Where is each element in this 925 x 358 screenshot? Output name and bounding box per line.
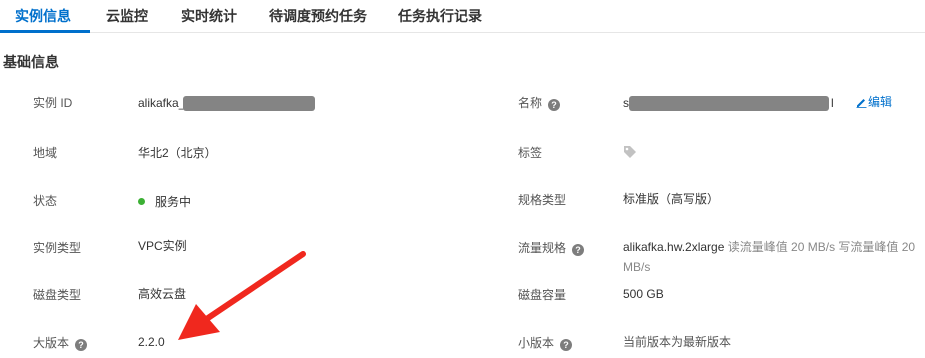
traffic-spec-value: alikafka.hw.2xlarge 读流量峰值 20 MB/s 写流量峰值 … — [623, 237, 923, 277]
active-tab-indicator — [0, 30, 90, 33]
tab-task-history[interactable]: 任务执行记录 — [398, 0, 482, 33]
tag-icon[interactable] — [623, 145, 637, 159]
edit-label: 编辑 — [868, 95, 893, 109]
disk-type-value: 高效云盘 — [138, 287, 187, 301]
instance-id-value: alikafka_ — [138, 96, 186, 110]
traffic-spec-main: alikafka.hw.2xlarge — [623, 240, 725, 254]
section-title: 基础信息 — [3, 54, 59, 70]
annotation-arrow — [178, 251, 306, 340]
pencil-icon — [856, 99, 867, 108]
disk-capacity-label: 磁盘容量 — [518, 288, 567, 302]
status-value: 服务中 — [138, 194, 191, 210]
region-label: 地域 — [33, 146, 58, 160]
tab-realtime-stats[interactable]: 实时统计 — [181, 0, 237, 33]
traffic-spec-field: 流量规格? — [518, 240, 585, 256]
instance-type-value: VPC实例 — [138, 239, 187, 253]
minor-version-label: 小版本 — [518, 336, 555, 350]
help-icon[interactable]: ? — [560, 339, 573, 351]
disk-type-label: 磁盘类型 — [33, 288, 82, 302]
major-version-field: 大版本? — [33, 335, 88, 351]
name-value-suffix: l — [831, 96, 834, 110]
status-dot-icon — [138, 198, 145, 205]
spec-type-label: 规格类型 — [518, 193, 567, 207]
tab-pending-tasks[interactable]: 待调度预约任务 — [269, 0, 367, 33]
edit-name-button[interactable]: 编辑 — [856, 94, 892, 110]
region-value: 华北2（北京） — [138, 146, 217, 160]
traffic-spec-label: 流量规格 — [518, 241, 567, 255]
tags-label: 标签 — [518, 146, 543, 160]
major-version-value: 2.2.0 — [138, 335, 165, 349]
instance-id-label: 实例 ID — [33, 96, 73, 110]
tab-cloud-monitor[interactable]: 云监控 — [106, 0, 148, 33]
redaction-bar — [183, 96, 315, 111]
name-label: 名称 — [518, 96, 543, 110]
name-field: 名称? — [518, 95, 561, 111]
status-text: 服务中 — [155, 195, 192, 209]
help-icon[interactable]: ? — [572, 244, 585, 256]
instance-type-label: 实例类型 — [33, 241, 82, 255]
major-version-label: 大版本 — [33, 336, 70, 350]
help-icon[interactable]: ? — [548, 99, 561, 111]
disk-capacity-value: 500 GB — [623, 287, 664, 301]
spec-type-value: 标准版（高写版） — [623, 192, 720, 206]
redaction-bar — [629, 96, 829, 111]
status-label: 状态 — [33, 194, 58, 208]
tab-bar: 实例信息 云监控 实时统计 待调度预约任务 任务执行记录 — [0, 0, 925, 33]
help-icon[interactable]: ? — [75, 339, 88, 351]
minor-version-field: 小版本? — [518, 335, 573, 351]
minor-version-value: 当前版本为最新版本 — [623, 335, 732, 349]
tab-instance-info[interactable]: 实例信息 — [15, 0, 71, 33]
